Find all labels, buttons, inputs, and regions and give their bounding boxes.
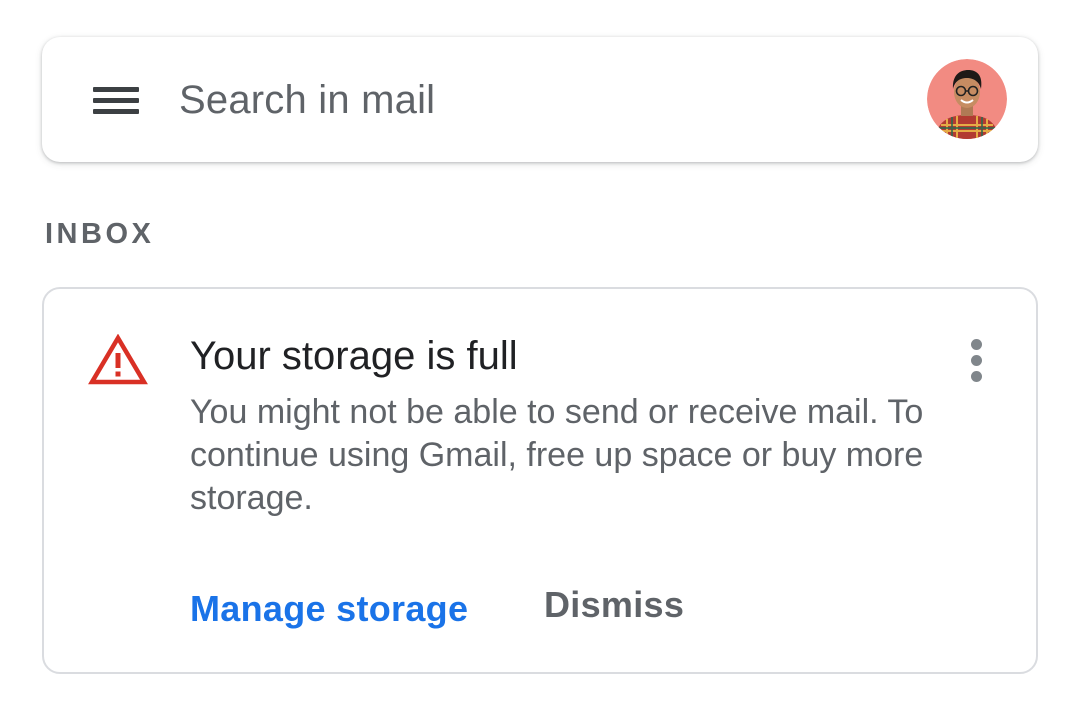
storage-full-card: Your storage is full You might not be ab… [42, 287, 1038, 674]
hamburger-menu-icon[interactable] [91, 82, 141, 118]
search-bar[interactable]: Search in mail [42, 37, 1038, 162]
card-body-text: You might not be able to send or receive… [190, 393, 924, 517]
section-label-inbox: INBOX [45, 218, 155, 250]
dismiss-button[interactable]: Dismiss [544, 583, 684, 627]
avatar-icon [927, 59, 1007, 139]
account-avatar[interactable] [927, 59, 1007, 139]
search-input[interactable]: Search in mail [179, 75, 435, 125]
manage-storage-button[interactable]: Manage storage [190, 587, 468, 631]
more-vertical-icon[interactable] [962, 336, 992, 386]
card-title: Your storage is full [190, 334, 518, 378]
warning-triangle-icon [88, 334, 148, 385]
